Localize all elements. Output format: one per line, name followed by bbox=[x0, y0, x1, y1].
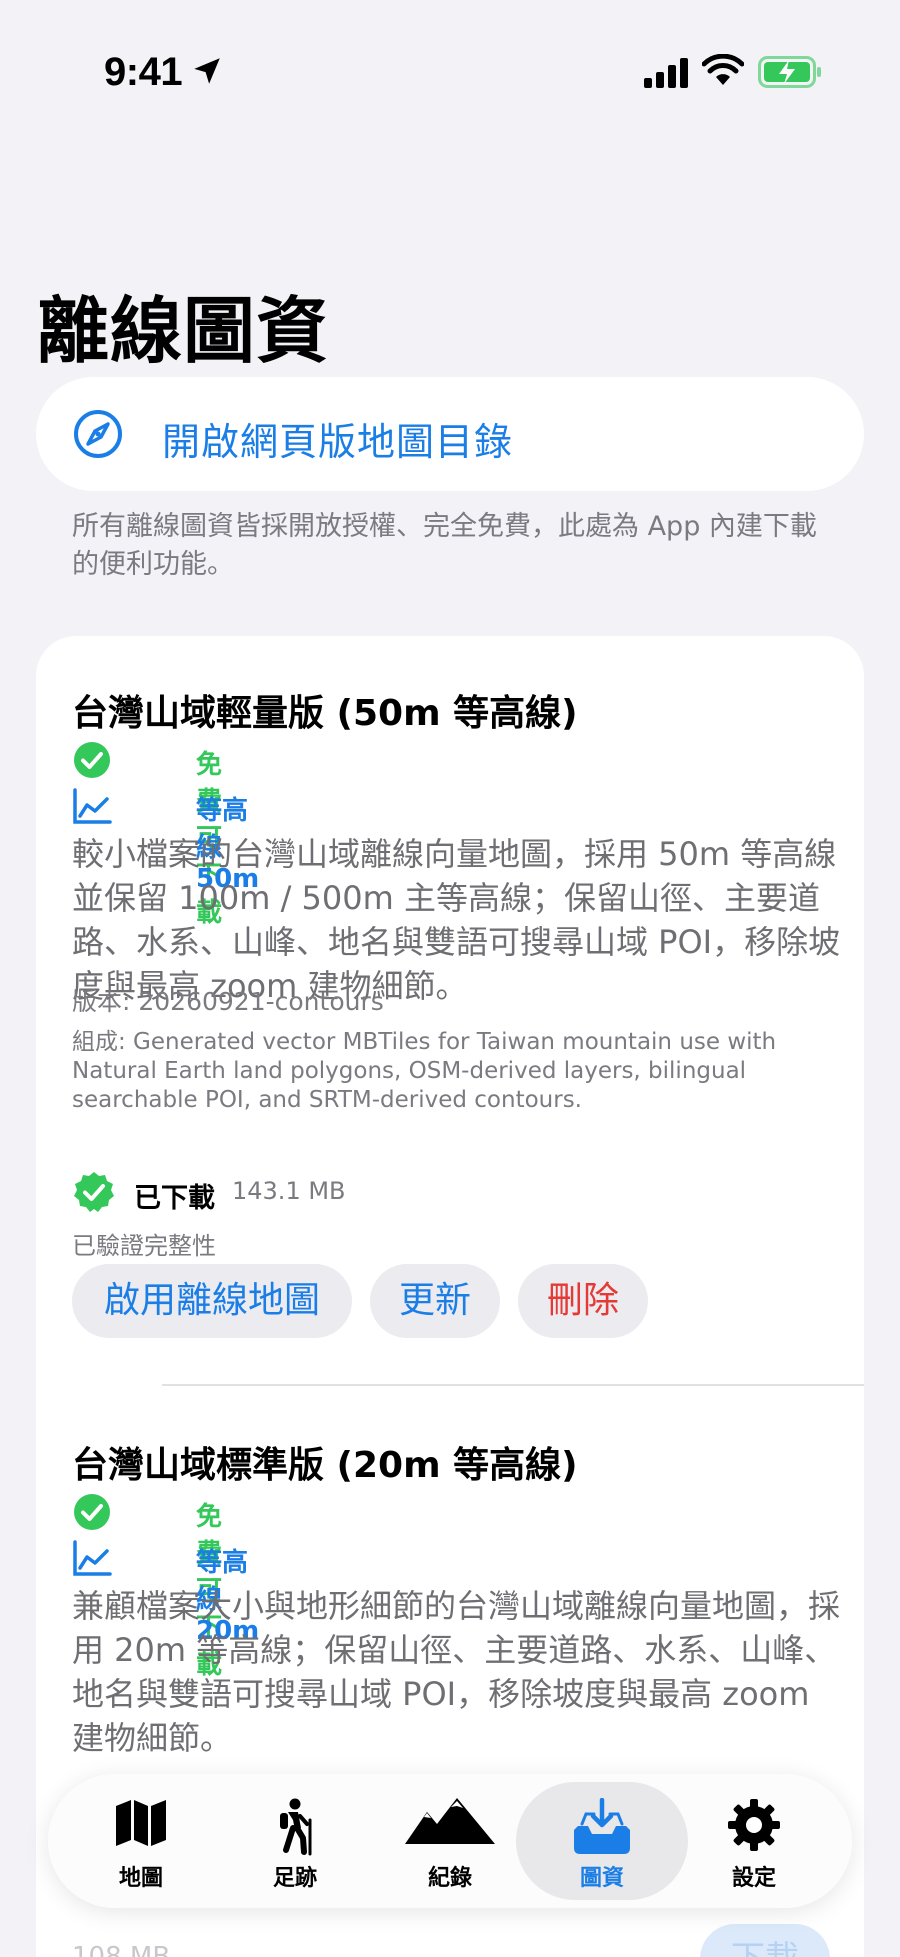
package-title: 台灣山域標準版 (20m 等高線) bbox=[72, 1445, 578, 1486]
compass-icon bbox=[74, 410, 122, 458]
tab-settings[interactable]: 設定 bbox=[679, 1774, 829, 1908]
catalog-label: 開啟網頁版地圖目錄 bbox=[162, 420, 514, 464]
tab-label: 設定 bbox=[731, 1866, 776, 1891]
cellular-signal-icon bbox=[644, 58, 688, 88]
download-button[interactable]: 下載 bbox=[700, 1924, 830, 1957]
tab-map[interactable]: 地圖 bbox=[66, 1774, 216, 1908]
tab-label: 地圖 bbox=[118, 1866, 163, 1891]
enable-offline-map-button[interactable]: 啟用離線地圖 bbox=[72, 1264, 352, 1338]
intro-note: 所有離線圖資皆採開放授權、完全免費，此處為 App 內建下載的便利功能。 bbox=[72, 511, 817, 580]
package-description: 兼顧檔案大小與地形細節的台灣山域離線向量地圖，採用 20m 等高線；保留山徑、主… bbox=[72, 1587, 841, 1757]
wifi-icon bbox=[702, 54, 744, 85]
download-tray-icon bbox=[574, 1798, 630, 1854]
tab-label: 圖資 bbox=[579, 1866, 624, 1891]
screen: 9:41 離線圖資 開啟網頁版地圖目錄 所有離線圖資皆採開放授權、完全免費，此處… bbox=[0, 0, 900, 1957]
map-icon bbox=[116, 1800, 166, 1846]
checkmark-circle-icon bbox=[74, 742, 110, 778]
hiker-icon bbox=[280, 1798, 312, 1856]
status-time: 9:41 bbox=[104, 50, 183, 94]
package-size: 143.1 MB bbox=[232, 1177, 346, 1205]
package-list-card: 台灣山域輕量版 (50m 等高線) 免費可下載 等高線 50m 較小檔案的台灣山… bbox=[36, 636, 864, 1957]
package-title: 台灣山域輕量版 (50m 等高線) bbox=[72, 693, 578, 734]
tab-records[interactable]: 紀錄 bbox=[375, 1774, 525, 1908]
status-bar: 9:41 bbox=[0, 0, 900, 150]
checkmark-seal-icon bbox=[74, 1172, 114, 1212]
package-size: 108 MB bbox=[72, 1942, 171, 1957]
download-status: 已下載 bbox=[134, 1183, 215, 1214]
line-chart-icon bbox=[73, 788, 112, 824]
open-web-catalog-button[interactable]: 開啟網頁版地圖目錄 bbox=[36, 377, 864, 491]
tab-bar: 地圖 足跡 紀錄 圖資 設定 bbox=[48, 1774, 852, 1908]
divider bbox=[162, 1384, 864, 1386]
integrity-verified: 已驗證完整性 bbox=[72, 1232, 216, 1260]
tab-label: 足跡 bbox=[272, 1866, 317, 1891]
delete-button[interactable]: 刪除 bbox=[518, 1264, 648, 1338]
update-button[interactable]: 更新 bbox=[370, 1264, 500, 1338]
gear-icon bbox=[728, 1799, 780, 1851]
checkmark-circle-icon bbox=[74, 1494, 110, 1530]
battery-charging-icon bbox=[758, 56, 821, 88]
package-version: 版本: 20260921-contours bbox=[72, 987, 384, 1016]
package-composition: 組成: Generated vector MBTiles for Taiwan … bbox=[72, 1029, 777, 1113]
mountains-icon bbox=[405, 1798, 495, 1844]
tab-footprints[interactable]: 足跡 bbox=[220, 1774, 370, 1908]
line-chart-icon bbox=[73, 1540, 112, 1576]
location-arrow-icon bbox=[194, 58, 220, 84]
page-title: 離線圖資 bbox=[37, 289, 330, 373]
tab-map-data[interactable]: 圖資 bbox=[516, 1782, 688, 1900]
tab-label: 紀錄 bbox=[427, 1866, 472, 1891]
